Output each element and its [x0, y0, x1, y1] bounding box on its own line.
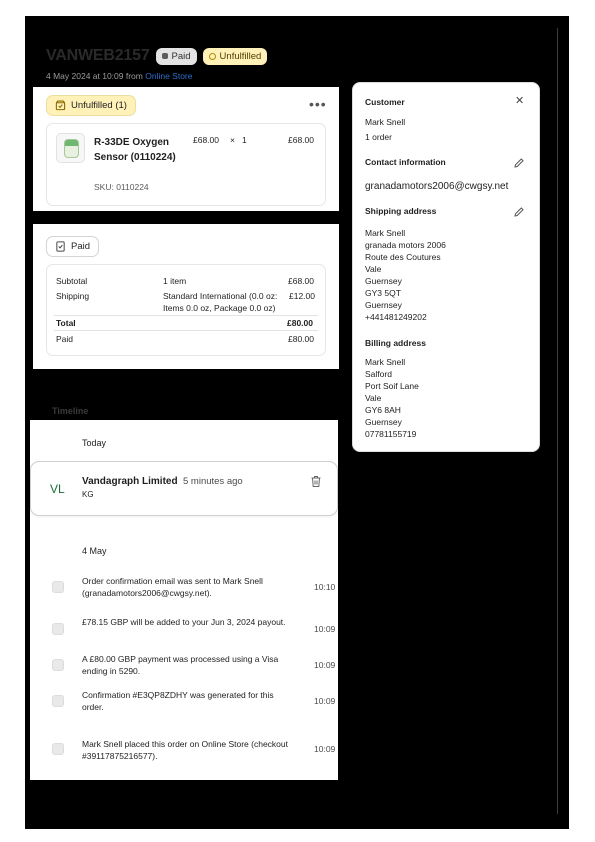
billing-line: Port Soif Lane [365, 381, 419, 391]
shipping-desc-line-1: Standard International (0.0 oz: [163, 291, 278, 301]
timeline-event-dot-icon [52, 695, 64, 707]
shipping-value: £12.00 [289, 291, 315, 301]
paid-divider [54, 330, 318, 331]
billing-line: Salford [365, 369, 392, 379]
timeline-event-text: Confirmation #E3QP8ZDHY was generated fo… [82, 690, 274, 712]
timeline-event-time: 10:10 [314, 582, 336, 592]
total-label: Total [56, 318, 76, 328]
unfulfilled-badge-label: Unfulfilled [219, 50, 262, 62]
shipping-label: Shipping [56, 291, 90, 301]
unfulfilled-ring-icon [208, 52, 216, 60]
comment-author: Vandagraph Limited [82, 476, 178, 487]
sales-channel-link[interactable]: Online Store [145, 71, 192, 81]
timeline-event-dot-icon [52, 659, 64, 671]
timeline-event-time: 10:09 [314, 744, 336, 754]
unfulfilled-chip: Unfulfilled (1) [46, 95, 136, 116]
timeline-today-label: Today [82, 438, 107, 448]
shipping-line: Route des Coutures [365, 252, 441, 262]
billing-line: GY6 8AH [365, 405, 401, 415]
receipt-icon [56, 241, 65, 252]
shipping-line: Mark Snell [365, 228, 406, 238]
unit-price: £68.00 [193, 135, 219, 145]
total-value: £80.00 [287, 318, 313, 328]
timeline-event-dot-icon [52, 581, 64, 593]
author-initials-avatar: VL [50, 482, 65, 496]
shipping-line: +441481249202 [365, 312, 427, 322]
billing-address-heading: Billing address [365, 338, 426, 348]
unfulfilled-chip-label: Unfulfilled (1) [71, 100, 127, 111]
timeline-event-text: Order confirmation email was sent to Mar… [82, 576, 263, 598]
product-thumbnail[interactable] [56, 133, 85, 163]
comment-time: 5 minutes ago [183, 476, 243, 487]
timeline-event-dot-icon [52, 743, 64, 755]
product-name[interactable]: R-33DE Oxygen Sensor (0110224) [94, 135, 182, 165]
timeline-event-time: 10:09 [314, 660, 336, 670]
timeline-event-time: 10:09 [314, 696, 336, 706]
subtotal-value: £68.00 [288, 276, 314, 286]
order-header: VANWEB2157 Paid Unfulfilled [46, 47, 268, 65]
customer-email[interactable]: granadamotors2006@cwgsy.net [365, 181, 508, 192]
timeline-date-label: 4 May [82, 546, 107, 556]
comment-body: KG [82, 490, 94, 499]
customer-name[interactable]: Mark Snell [365, 117, 405, 127]
shipping-desc-line-2: Items 0.0 oz, Package 0.0 oz) [163, 303, 276, 313]
order-date-line: 4 May 2024 at 10:09 from Online Store [46, 71, 192, 81]
delete-trash-icon[interactable] [310, 475, 322, 488]
quantity: 1 [242, 135, 247, 145]
customer-order-count[interactable]: 1 order [365, 132, 392, 142]
customer-heading: Customer [365, 97, 405, 107]
unfulfilled-status-badge: Unfulfilled [202, 47, 268, 65]
timeline-title: Timeline [52, 406, 89, 416]
billing-address-block: Mark Snell Salford Port Soif Lane Vale G… [365, 356, 419, 440]
billing-line: 07781155719 [365, 429, 417, 439]
paid-chip-label: Paid [71, 241, 91, 252]
timeline-event-text: A £80.00 GBP payment was processed using… [82, 654, 279, 676]
times-sign: × [230, 135, 235, 145]
subtotal-desc: 1 item [163, 276, 187, 286]
product-sku: SKU: 0110224 [94, 182, 149, 192]
timeline-event-time: 10:09 [314, 624, 336, 634]
order-number: VANWEB2157 [46, 47, 150, 64]
edit-shipping-pencil-icon[interactable] [513, 206, 525, 218]
timeline-event-text: £78.15 GBP will be added to your Jun 3, … [82, 617, 286, 627]
paid-chip: Paid [46, 236, 100, 257]
timeline-comment-card[interactable] [30, 461, 338, 516]
contact-heading: Contact information [365, 157, 446, 167]
shipping-line: granada motors 2006 [365, 240, 446, 250]
order-date: 4 May 2024 at 10:09 from [46, 71, 146, 81]
shipping-line: Vale [365, 264, 382, 274]
line-total: £68.00 [288, 135, 314, 145]
more-actions-icon[interactable]: ••• [309, 96, 327, 112]
fulfillment-box-icon [55, 100, 66, 111]
paid-value: £80.00 [288, 334, 314, 344]
shipping-line: Guernsey [365, 300, 402, 310]
close-icon[interactable]: ✕ [515, 94, 524, 107]
paid-label: Paid [56, 334, 74, 344]
line-item-card [46, 123, 326, 206]
billing-line: Guernsey [365, 417, 402, 427]
edit-contact-pencil-icon[interactable] [513, 157, 525, 169]
scrollbar[interactable] [557, 28, 558, 814]
timeline-event-dot-icon [52, 623, 64, 635]
total-divider [54, 315, 318, 316]
paid-dot-icon [161, 53, 168, 59]
paid-status-badge: Paid [155, 47, 197, 65]
shipping-line: Guernsey [365, 276, 402, 286]
subtotal-label: Subtotal [56, 276, 88, 286]
product-image [64, 139, 79, 158]
shipping-line: GY3 5QT [365, 288, 401, 298]
shipping-address-heading: Shipping address [365, 206, 437, 216]
timeline-event-text: Mark Snell placed this order on Online S… [82, 739, 288, 761]
shipping-address-block: Mark Snell granada motors 2006 Route des… [365, 227, 446, 323]
paid-badge-label: Paid [171, 50, 191, 62]
billing-line: Mark Snell [365, 357, 406, 367]
billing-line: Vale [365, 393, 382, 403]
